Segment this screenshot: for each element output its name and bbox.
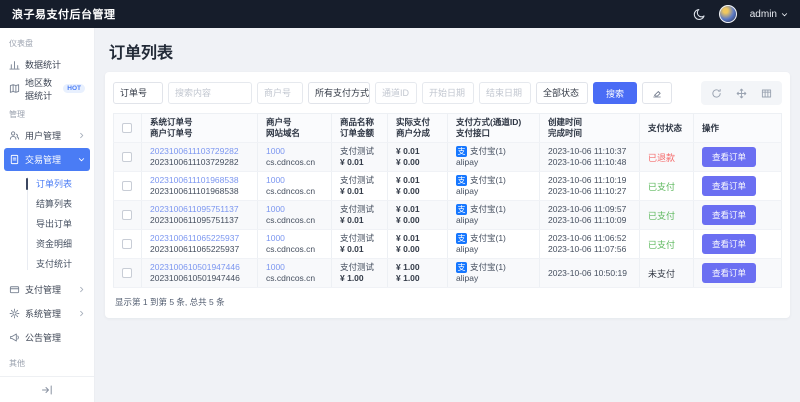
sys-order-link[interactable]: 2023100610501947446 xyxy=(150,262,249,273)
sidebar-item-region-stats[interactable]: 地区数据统计 HOT xyxy=(4,77,90,100)
alipay-icon: 支 xyxy=(456,262,467,273)
merchant-id-link[interactable]: 1000 xyxy=(266,233,323,244)
merchant-id-link[interactable]: 1000 xyxy=(266,146,323,157)
sidebar-item-system[interactable]: 系统管理 xyxy=(4,302,90,325)
app-title: 浪子易支付后台管理 xyxy=(12,6,116,22)
view-order-button[interactable]: 查看订单 xyxy=(702,147,756,167)
order-field-select[interactable]: 订单号 xyxy=(113,82,163,104)
sys-order-link[interactable]: 2023100611095751137 xyxy=(150,204,249,215)
sidebar-item-users[interactable]: 用户管理 xyxy=(4,124,90,147)
view-order-button[interactable]: 查看订单 xyxy=(702,176,756,196)
sys-order-link[interactable]: 2023100611065225937 xyxy=(150,233,249,244)
view-order-button[interactable]: 查看订单 xyxy=(702,205,756,225)
status-select[interactable]: 全部状态 xyxy=(536,82,588,104)
chevron-right-icon xyxy=(78,286,85,293)
sidebar-item-announcements[interactable]: 公告管理 xyxy=(4,326,90,349)
alipay-icon: 支 xyxy=(456,233,467,244)
main-content: 订单列表 订单号 所有支付方式 全部状态 搜索 xyxy=(95,28,800,402)
avatar[interactable] xyxy=(719,5,737,23)
pagination-summary: 显示第 1 到第 5 条, 总共 5 条 xyxy=(113,288,782,308)
submenu-item-payment-stats[interactable]: 支付统计 xyxy=(0,254,94,274)
chart-icon xyxy=(9,59,20,70)
user-menu[interactable]: admin xyxy=(750,9,788,20)
orders-table: 系统订单号商户订单号 商户号网站域名 商品名称订单金额 实际支付商户分成 支付方… xyxy=(113,113,782,288)
reset-filter-button[interactable] xyxy=(642,82,672,104)
status-badge: 未支付 xyxy=(648,269,675,279)
table-row: 20231006111019685382023100611101968538 1… xyxy=(114,172,782,201)
gear-icon xyxy=(9,308,20,319)
sidebar-item-data-stats[interactable]: 数据统计 xyxy=(4,53,90,76)
sidebar-group-other: 其他 xyxy=(0,350,94,372)
chevron-right-icon xyxy=(78,310,85,317)
eraser-icon xyxy=(652,88,662,98)
table-row: 20231006110957511372023100611095751137 1… xyxy=(114,201,782,230)
start-date-input[interactable] xyxy=(422,82,474,104)
chevron-down-icon xyxy=(78,156,85,163)
status-badge: 已支付 xyxy=(648,182,675,192)
refresh-icon[interactable] xyxy=(711,88,722,99)
submenu-item-fund-details[interactable]: 资金明细 xyxy=(0,234,94,254)
chevron-right-icon xyxy=(78,132,85,139)
status-badge: 已支付 xyxy=(648,211,675,221)
fullscreen-icon[interactable] xyxy=(736,88,747,99)
hot-badge: HOT xyxy=(63,84,85,93)
merchant-id-input[interactable] xyxy=(257,82,303,104)
status-badge: 已退款 xyxy=(648,153,675,163)
sidebar-group-manage: 管理 xyxy=(0,101,94,123)
end-date-input[interactable] xyxy=(479,82,531,104)
alipay-icon: 支 xyxy=(456,204,467,215)
page-title: 订单列表 xyxy=(109,39,800,63)
transactions-submenu: 订单列表 结算列表 导出订单 资金明细 支付统计 xyxy=(0,172,94,277)
row-checkbox[interactable] xyxy=(122,152,132,162)
alipay-icon: 支 xyxy=(456,175,467,186)
sidebar-item-payment[interactable]: 支付管理 xyxy=(4,278,90,301)
status-badge: 已支付 xyxy=(648,240,675,250)
view-order-button[interactable]: 查看订单 xyxy=(702,263,756,283)
pay-method-select[interactable]: 所有支付方式 xyxy=(308,82,370,104)
users-icon xyxy=(9,130,20,141)
channel-id-input[interactable] xyxy=(375,82,417,104)
table-header-row: 系统订单号商户订单号 商户号网站域名 商品名称订单金额 实际支付商户分成 支付方… xyxy=(114,114,782,143)
submenu-item-export-orders[interactable]: 导出订单 xyxy=(0,214,94,234)
row-checkbox[interactable] xyxy=(122,181,132,191)
table-row: 20231006105019474462023100610501947446 1… xyxy=(114,259,782,288)
sidebar-footer xyxy=(0,376,94,402)
row-checkbox[interactable] xyxy=(122,210,132,220)
sys-order-link[interactable]: 2023100611101968538 xyxy=(150,175,249,186)
view-order-button[interactable]: 查看订单 xyxy=(702,234,756,254)
collapse-sidebar-icon[interactable] xyxy=(41,384,53,396)
submenu-item-order-list[interactable]: 订单列表 xyxy=(0,174,94,194)
merchant-id-link[interactable]: 1000 xyxy=(266,262,323,273)
table-toolbar xyxy=(701,81,782,105)
merchant-id-link[interactable]: 1000 xyxy=(266,204,323,215)
submenu-item-settlement-list[interactable]: 结算列表 xyxy=(0,194,94,214)
select-all-checkbox[interactable] xyxy=(122,123,132,133)
search-input[interactable] xyxy=(168,82,252,104)
chevron-down-icon xyxy=(781,11,788,18)
wallet-icon xyxy=(9,284,20,295)
sidebar: 仪表盘 数据统计 地区数据统计 HOT 管理 用户管理 交易管理 订单列表 结算… xyxy=(0,28,95,402)
map-icon xyxy=(9,83,20,94)
sys-order-link[interactable]: 2023100611103729282 xyxy=(150,146,249,157)
sidebar-group-dashboard: 仪表盘 xyxy=(0,30,94,52)
order-list-card: 订单号 所有支付方式 全部状态 搜索 xyxy=(105,72,790,318)
row-checkbox[interactable] xyxy=(122,268,132,278)
moon-icon[interactable] xyxy=(693,8,706,21)
alipay-icon: 支 xyxy=(456,146,467,157)
row-checkbox[interactable] xyxy=(122,239,132,249)
search-button[interactable]: 搜索 xyxy=(593,82,637,104)
top-navbar: 浪子易支付后台管理 admin xyxy=(0,0,800,28)
megaphone-icon xyxy=(9,332,20,343)
merchant-id-link[interactable]: 1000 xyxy=(266,175,323,186)
filter-bar: 订单号 所有支付方式 全部状态 搜索 xyxy=(113,81,782,105)
sidebar-item-transactions[interactable]: 交易管理 xyxy=(4,148,90,171)
columns-icon[interactable] xyxy=(761,88,772,99)
table-row: 20231006111037292822023100611103729282 1… xyxy=(114,143,782,172)
username: admin xyxy=(750,9,777,20)
table-row: 20231006110652259372023100611065225937 1… xyxy=(114,230,782,259)
transaction-icon xyxy=(9,154,20,165)
